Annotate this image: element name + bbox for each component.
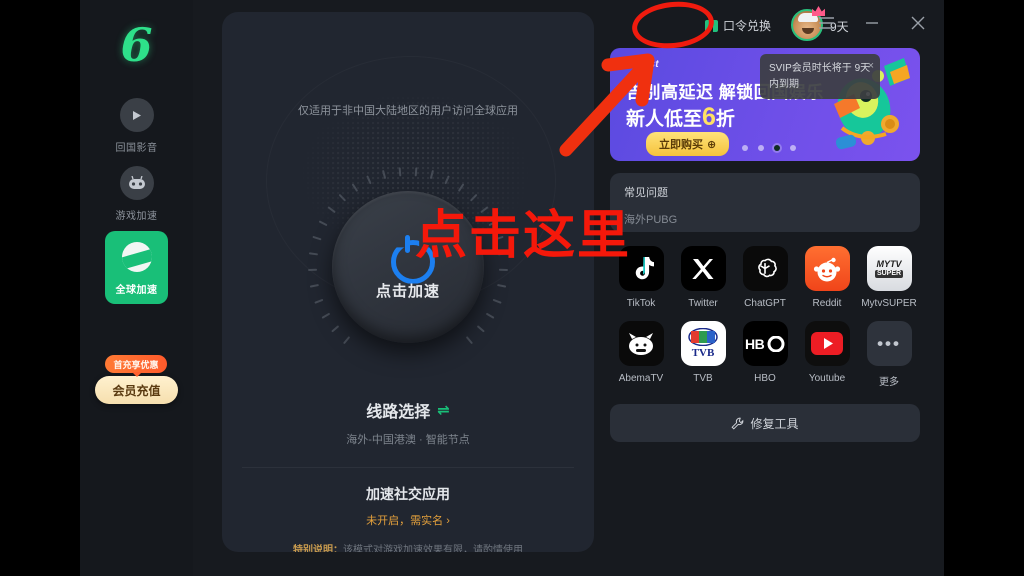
main-panel: 仅适用于非中国大陆地区的用户访问全球应用 点击加速 线路选择 ⇌ 海外-中国港澳…: [222, 12, 594, 552]
svg-text:HB: HB: [745, 336, 765, 352]
sidebar: 6 回国影音 游戏加速 全球加速 首充享优惠 会员充值: [80, 0, 193, 576]
play-icon: [119, 98, 154, 132]
abematv-icon: [618, 321, 664, 366]
route-title-label: 线路选择: [366, 404, 431, 421]
app-shortcut[interactable]: AbemaTV: [610, 321, 672, 388]
minimize-icon[interactable]: [862, 13, 882, 33]
route-title-row: 线路选择 ⇌: [366, 398, 450, 422]
app-shortcut-label: 更多: [879, 377, 899, 388]
app-shortcut-label: AbemaTV: [618, 373, 664, 384]
sidebar-item-label: 游戏加速: [115, 211, 158, 222]
banner-carousel-dots[interactable]: [742, 145, 796, 151]
route-subtitle: 海外-中国港澳 · 智能节点: [346, 434, 470, 446]
banner-sub-suffix: 折: [715, 109, 735, 130]
faq-card[interactable]: 常见问题 海外PUBG: [610, 173, 920, 232]
redeem-code-button[interactable]: 口令兑换: [705, 17, 771, 34]
vip-recharge-button[interactable]: 会员充值: [95, 376, 178, 404]
first-recharge-badge: 首充享优惠: [105, 355, 167, 377]
social-note-text: 该模式对游戏加速效果有限，请酌情使用: [343, 545, 523, 552]
app-shortcut-label: ChatGPT: [744, 298, 786, 309]
app-shortcut[interactable]: Youtube: [796, 321, 858, 388]
accelerate-button[interactable]: 点击加速: [332, 191, 484, 343]
tiktok-icon: [618, 246, 664, 291]
reddit-icon: [804, 246, 850, 291]
globe-icon: [120, 240, 154, 274]
app-root: 6 回国影音 游戏加速 全球加速 首充享优惠 会员充值 口令兑换 9天 仅适用于…: [0, 0, 1024, 576]
gift-icon: [705, 19, 718, 32]
app-shortcut-label: HBO: [754, 373, 776, 384]
more-icon: •••: [866, 321, 912, 366]
faq-subtitle: 海外PUBG: [624, 214, 678, 226]
chatgpt-icon: [742, 246, 788, 291]
tooltip-close-icon[interactable]: ×: [868, 58, 874, 75]
repair-tool-button[interactable]: 修复工具: [610, 404, 920, 442]
app-shortcut-label: TVB: [693, 373, 713, 384]
power-icon: [388, 234, 428, 274]
banner-sub-prefix: 新人低至: [626, 109, 703, 130]
redeem-code-label: 口令兑换: [723, 19, 772, 33]
accelerate-knob-area: 点击加速: [308, 167, 508, 367]
expiry-tooltip-text: SVIP会员时长将于 9天内到期: [769, 63, 871, 90]
app-shortcut[interactable]: Twitter: [672, 246, 734, 309]
sidebar-item-label: 回国影音: [115, 143, 158, 154]
social-accel-section: 加速社交应用 未开启，需实名 › 特别说明：该模式对游戏加速效果有限，请酌情使用: [222, 484, 594, 552]
hbo-icon: HB: [742, 321, 788, 366]
panel-divider: [242, 467, 574, 468]
faq-title: 常见问题: [624, 187, 668, 199]
tvb-icon: TVB: [680, 321, 726, 366]
gamepad-icon: [119, 166, 154, 200]
app-shortcut[interactable]: MYTV SUPER MytvSUPER: [858, 246, 920, 309]
social-accel-status[interactable]: 未开启，需实名 ›: [222, 512, 594, 528]
banner-discount-number: 6: [702, 103, 716, 131]
app-shortcut[interactable]: ••• 更多: [858, 321, 920, 388]
window-controls: [816, 13, 928, 33]
sidebar-item-global-boost[interactable]: 全球加速: [105, 231, 168, 304]
route-selector[interactable]: 线路选择 ⇌ 海外-中国港澳 · 智能节点: [222, 398, 594, 447]
app-shortcut-grid: TikTok Twitter ChatGPT Reddit MYTV SUPER MytvS…: [610, 246, 920, 388]
banner-subheadline: 新人低至6折: [626, 103, 735, 132]
app-shortcut-label: Twitter: [688, 298, 718, 309]
wrench-icon: [731, 417, 744, 430]
carousel-dot[interactable]: [742, 145, 748, 151]
app-shortcut-label: TikTok: [626, 298, 656, 309]
mytvsuper-icon: MYTV SUPER: [866, 246, 912, 291]
banner-brand: Sixfast: [624, 59, 659, 70]
app-logo: 6: [120, 18, 153, 72]
app-shortcut[interactable]: HB HBO: [734, 321, 796, 388]
buy-now-label: 立即购买: [659, 139, 703, 151]
app-shortcut-label: Youtube: [808, 373, 846, 384]
app-shortcut[interactable]: TVB TVB: [672, 321, 734, 388]
right-column: Sixfast 告别高延迟 解锁回国娱乐 新人低至6折 立即购买 ⊕ 常见问题 …: [610, 48, 920, 442]
expiry-tooltip: SVIP会员时长将于 9天内到期 ×: [760, 54, 880, 99]
youtube-icon: [804, 321, 850, 366]
sidebar-item-label: 全球加速: [115, 285, 158, 296]
app-shortcut-label: MytvSUPER: [861, 298, 917, 309]
app-shortcut[interactable]: Reddit: [796, 246, 858, 309]
buy-now-button[interactable]: 立即购买 ⊕: [646, 132, 730, 156]
repair-tool-label: 修复工具: [750, 416, 799, 431]
app-shortcut[interactable]: ChatGPT: [734, 246, 796, 309]
carousel-dot[interactable]: [774, 145, 780, 151]
sidebar-item-game-boost[interactable]: 游戏加速: [102, 166, 171, 222]
social-note-prefix: 特别说明：: [293, 545, 343, 552]
carousel-dot[interactable]: [790, 145, 796, 151]
buy-now-arrow-icon: ⊕: [707, 138, 717, 151]
app-window: 6 回国影音 游戏加速 全球加速 首充享优惠 会员充值 口令兑换 9天 仅适用于…: [80, 0, 944, 576]
social-accel-title: 加速社交应用: [366, 486, 450, 502]
hamburger-icon[interactable]: [816, 13, 836, 33]
twitter-x-icon: [680, 246, 726, 291]
close-icon[interactable]: [908, 13, 928, 33]
app-shortcut-label: Reddit: [812, 298, 842, 309]
carousel-dot[interactable]: [758, 145, 764, 151]
sidebar-item-return-media[interactable]: 回国影音: [102, 98, 171, 154]
region-note: 仅适用于非中国大陆地区的用户访问全球应用: [298, 105, 518, 117]
app-shortcut[interactable]: TikTok: [610, 246, 672, 309]
social-accel-note: 特别说明：该模式对游戏加速效果有限，请酌情使用: [222, 541, 594, 552]
swap-icon: ⇌: [437, 402, 450, 419]
